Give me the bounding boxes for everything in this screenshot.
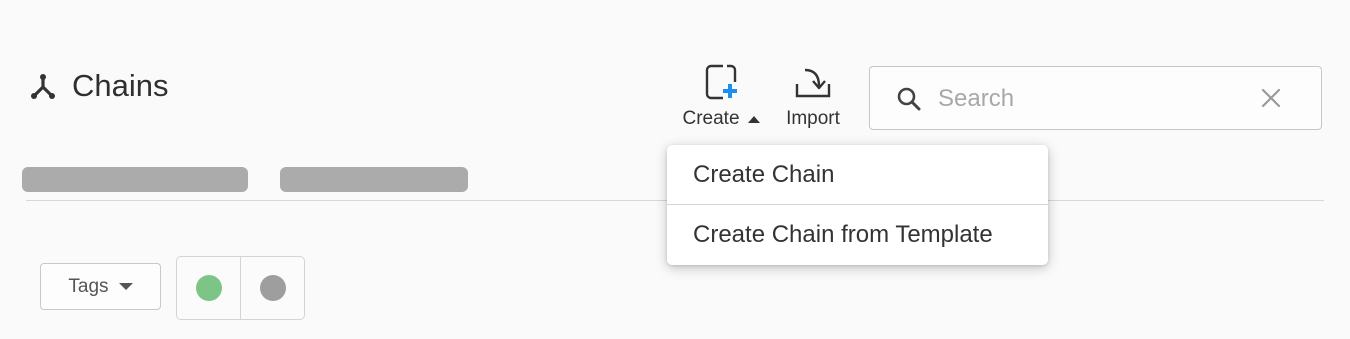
green-status-dot — [195, 275, 222, 301]
import-button[interactable]: Import — [778, 64, 848, 130]
create-label: Create — [682, 108, 740, 129]
caret-up-icon — [747, 115, 760, 123]
search-icon — [897, 87, 921, 111]
page-header: Chains — [28, 66, 169, 106]
import-icon — [795, 68, 831, 98]
tags-label: Tags — [68, 275, 109, 297]
create-button[interactable]: Create — [676, 64, 766, 130]
add-canvas-icon — [705, 64, 737, 100]
search-input[interactable] — [936, 79, 1260, 119]
close-icon[interactable] — [1260, 87, 1282, 109]
create-dropdown-menu: Create Chain Create Chain from Template — [667, 145, 1048, 265]
tab-placeholder[interactable] — [22, 167, 248, 192]
page-title: Chains — [72, 68, 169, 103]
chains-icon — [31, 74, 55, 99]
search-box[interactable] — [869, 66, 1322, 130]
menu-item-create-chain[interactable]: Create Chain — [667, 145, 1048, 204]
tab-placeholder[interactable] — [280, 167, 468, 192]
import-label: Import — [786, 108, 840, 129]
gray-status-dot — [259, 275, 286, 301]
status-filter-group — [176, 256, 305, 320]
status-filter-inactive[interactable] — [240, 257, 304, 319]
status-filter-active[interactable] — [177, 257, 240, 319]
chevron-down-icon — [118, 283, 133, 290]
menu-item-create-chain-from-template[interactable]: Create Chain from Template — [667, 205, 1048, 265]
chains-page: Chains Create Import Search Tags Create … — [0, 0, 1350, 339]
tags-filter-button[interactable]: Tags — [40, 263, 161, 310]
